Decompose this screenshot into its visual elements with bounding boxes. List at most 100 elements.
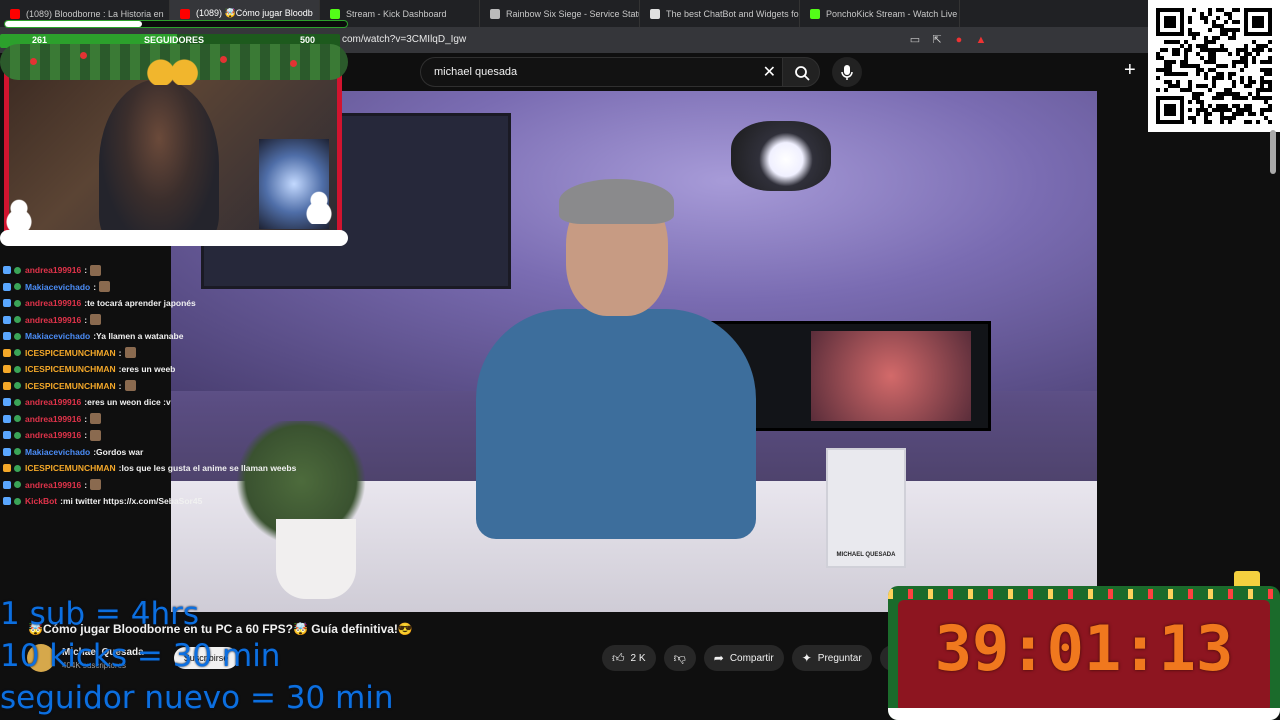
search-value: michael quesada: [434, 66, 518, 78]
chat-separator: :: [84, 479, 88, 490]
chat-badge-icon: [3, 497, 11, 506]
top-progress-fill: [5, 21, 142, 27]
create-icon[interactable]: +: [1124, 59, 1136, 82]
snowman-icon: [306, 190, 332, 224]
tab-label: Stream - Kick Dashboard: [346, 8, 447, 19]
share-label: Compartir: [729, 652, 774, 664]
thumbs-up-icon: 👍︎: [612, 650, 625, 665]
chat-username[interactable]: andrea199916: [25, 298, 81, 308]
browser-tab[interactable]: Rainbow Six Siege - Service Status |: [480, 0, 640, 27]
browser-tab[interactable]: PonchoKick Stream - Watch Live on: [800, 0, 960, 27]
chat-status-icon: [14, 283, 21, 291]
chat-username[interactable]: ICESPICEMUNCHMAN: [25, 381, 116, 391]
chat-status-icon: [14, 266, 21, 274]
chat-emote-icon: [90, 413, 102, 425]
video-plant-pot: [276, 519, 356, 599]
share-arrow-icon: ➦: [713, 651, 724, 665]
video-monitor-screen: [811, 331, 971, 421]
tab-label: Rainbow Six Siege - Service Status |: [506, 8, 640, 19]
chat-text: eres un weeb: [121, 364, 176, 375]
chat-username[interactable]: KickBot: [25, 496, 57, 506]
chat-username[interactable]: andrea199916: [25, 265, 81, 275]
chat-badge-icon: [3, 464, 11, 473]
like-button[interactable]: 👍︎ 2 K: [602, 645, 656, 671]
chat-username[interactable]: Makiacevichado: [25, 331, 90, 341]
chat-username[interactable]: ICESPICEMUNCHMAN: [25, 348, 116, 358]
url-text[interactable]: com/watch?v=3CMIlqD_Igw: [342, 34, 466, 45]
chat-status-icon: [14, 398, 21, 406]
search-icon: [795, 66, 810, 81]
video-person-hair: [559, 179, 674, 224]
chat-username[interactable]: andrea199916: [25, 414, 81, 424]
sparkle-icon: ✦: [801, 651, 812, 665]
chat-message: KickBot: mi twitter https://x.com/SebaSo…: [0, 493, 340, 510]
chat-message: ICESPICEMUNCHMAN:: [0, 345, 340, 362]
chat-status-icon: [14, 481, 21, 489]
chat-badge-icon: [3, 431, 11, 440]
chat-message: andrea199916:: [0, 312, 340, 329]
chat-message: andrea199916:: [0, 262, 340, 279]
ask-button[interactable]: ✦ Preguntar: [791, 645, 872, 671]
voice-search-button[interactable]: [832, 57, 862, 87]
snowman-icon: [6, 198, 32, 232]
chat-emote-icon: [90, 264, 102, 276]
like-count: 2 K: [630, 652, 646, 664]
chat-status-icon: [14, 497, 21, 505]
chat-separator: :: [118, 380, 122, 391]
chat-message: ICESPICEMUNCHMAN: eres un weeb: [0, 361, 340, 378]
webcam-overlay: 261 SEGUIDORES 500: [0, 0, 348, 248]
browser-tab[interactable]: The best ChatBot and Widgets for Ki: [640, 0, 800, 27]
timer-value: 39:01:13: [934, 612, 1234, 685]
page-scrollbar[interactable]: [1270, 130, 1276, 174]
chat-status-icon: [14, 382, 21, 390]
subathon-rule: seguidor nuevo = 30 min: [0, 680, 394, 716]
video-funko-box: MICHAEL QUESADA: [826, 448, 906, 568]
chat-username[interactable]: ICESPICEMUNCHMAN: [25, 364, 116, 374]
ornament: [220, 56, 227, 63]
chat-text: los que les gusta el anime se llaman wee…: [121, 463, 297, 474]
clear-search-icon[interactable]: ✕: [763, 62, 776, 82]
chat-username[interactable]: Makiacevichado: [25, 447, 90, 457]
ornament: [80, 52, 87, 59]
chat-message: Makiacevichado: Gordos war: [0, 444, 340, 461]
chat-badge-icon: [3, 381, 11, 390]
chat-status-icon: [14, 464, 21, 472]
share-icon[interactable]: ⇱: [930, 33, 944, 47]
cast-icon[interactable]: ▭: [908, 33, 922, 47]
chat-separator: :: [84, 413, 88, 424]
video-actions: 👍︎ 2 K 👎︎ ➦ Compartir ✦ Preguntar 🔖︎: [602, 645, 911, 671]
chat-emote-icon: [90, 429, 102, 441]
chat-badge-icon: [3, 480, 11, 489]
chat-username[interactable]: andrea199916: [25, 315, 81, 325]
chat-username[interactable]: andrea199916: [25, 397, 81, 407]
chat-status-icon: [14, 332, 21, 340]
share-button[interactable]: ➦ Compartir: [703, 645, 784, 671]
ask-label: Preguntar: [817, 652, 862, 664]
chat-status-icon: [14, 299, 21, 307]
dislike-button[interactable]: 👎︎: [663, 645, 696, 671]
thumbs-down-icon: 👎︎: [673, 650, 686, 665]
chat-message: andrea199916:: [0, 427, 340, 444]
chat-emote-icon: [124, 347, 136, 359]
search-input[interactable]: michael quesada ✕: [420, 57, 782, 87]
tab-label: PonchoKick Stream - Watch Live on: [826, 8, 960, 19]
search-button[interactable]: [782, 57, 820, 87]
chat-badge-icon: [3, 332, 11, 341]
video-lamp: [731, 121, 831, 191]
notification-icon[interactable]: ▲: [974, 33, 988, 47]
chat-username[interactable]: ICESPICEMUNCHMAN: [25, 463, 116, 473]
chat-separator: :: [84, 265, 88, 276]
chat-status-icon: [14, 415, 21, 423]
subathon-rule: 1 sub = 4hrs: [0, 596, 200, 632]
extension-icon[interactable]: ●: [952, 33, 966, 47]
subathon-timer: 39:01:13: [888, 586, 1280, 720]
chat-message: andrea199916: eres un weon dice :v: [0, 394, 340, 411]
chat-badge-icon: [3, 299, 11, 308]
chat-status-icon: [14, 431, 21, 439]
chat-username[interactable]: andrea199916: [25, 480, 81, 490]
chat-message: ICESPICEMUNCHMAN:: [0, 378, 340, 395]
chat-username[interactable]: Makiacevichado: [25, 282, 90, 292]
tab-favicon-icon: [650, 8, 660, 19]
chat-username[interactable]: andrea199916: [25, 430, 81, 440]
tab-favicon-icon: [810, 8, 820, 19]
